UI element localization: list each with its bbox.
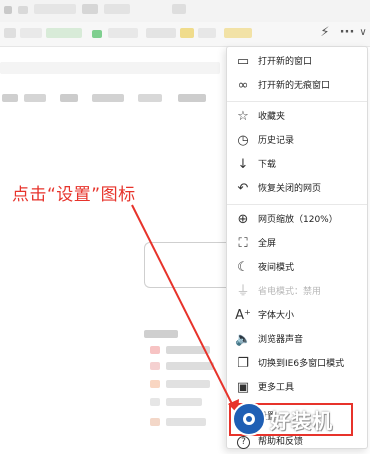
help-icon: ?	[237, 436, 250, 449]
blurred-nav	[92, 94, 124, 102]
ie6-window-icon: ❐	[237, 356, 249, 371]
chevron-down-icon[interactable]: ∨	[354, 24, 370, 42]
blurred-list	[166, 398, 202, 406]
menu-item-label: 字体大小	[258, 311, 295, 321]
blurred-list	[166, 362, 214, 370]
blurred-bookmark	[4, 28, 16, 38]
blurred-list	[166, 346, 210, 354]
watermark-text: 好装机	[270, 409, 333, 433]
blurred-list	[150, 418, 160, 426]
menu-item-label: 浏览器声音	[258, 335, 304, 345]
night-mode-icon: ☾	[237, 260, 249, 275]
blurred-list	[144, 330, 178, 338]
search-input[interactable]	[144, 242, 231, 288]
favorites-icon: ☆	[237, 109, 249, 124]
blurred-list	[150, 398, 160, 406]
blurred-list	[150, 380, 160, 388]
menu-item-label: 网页缩放（120%）	[258, 215, 338, 225]
menu-item-history[interactable]: ◷ 历史记录	[227, 129, 367, 153]
blurred-bookmark	[180, 28, 194, 38]
restore-icon: ↶	[237, 181, 249, 196]
menu-item-label: 恢复关闭的网页	[258, 184, 322, 194]
menu-item-night-mode[interactable]: ☾ 夜间模式	[227, 256, 367, 280]
menu-item-label: 更多工具	[258, 383, 295, 393]
tools-icon: ▣	[236, 380, 250, 395]
menu-item-power-save[interactable]: ⏚ 省电模式：禁用	[227, 280, 367, 304]
blurred-nav	[24, 94, 46, 102]
blurred-list	[150, 362, 160, 370]
zoom-icon: ⊕	[237, 212, 249, 227]
menu-item-label: 打开新的窗口	[258, 57, 313, 67]
blurred-bookmark	[224, 28, 252, 38]
blurred-list	[166, 380, 210, 388]
menu-item-label: 打开新的无痕窗口	[258, 81, 331, 91]
blurred-list	[166, 418, 206, 426]
menu-item-favorites[interactable]: ☆ 收藏夹	[227, 105, 367, 129]
blurred-bookmark	[20, 28, 42, 38]
blurred-bookmark	[46, 28, 82, 38]
blurred-tab	[104, 4, 130, 14]
fullscreen-icon: ⛶	[238, 236, 248, 251]
menu-item-label: 夜间模式	[258, 263, 295, 273]
blurred-nav	[178, 94, 206, 102]
menu-item-label: 切换到IE6多窗口模式	[258, 359, 345, 369]
blurred-tab	[34, 4, 76, 14]
menu-item-label: 收藏夹	[258, 112, 286, 122]
blurred-content	[0, 62, 220, 74]
blurred-nav	[60, 94, 78, 102]
menu-item-label: 全屏	[258, 239, 277, 249]
menu-item-label: 省电模式：禁用	[258, 287, 322, 297]
menu-item-ie6-mode[interactable]: ❐ 切换到IE6多窗口模式	[227, 352, 367, 376]
menu-item-downloads[interactable]: ↓ 下载	[227, 153, 367, 177]
lightning-icon[interactable]: ⚡	[316, 24, 334, 42]
menu-item-label: 历史记录	[258, 136, 295, 146]
blurred-bookmark	[108, 28, 138, 38]
menu-item-new-incognito-window[interactable]: ∞ 打开新的无痕窗口	[227, 74, 367, 98]
blurred-nav	[2, 94, 18, 102]
menu-item-new-window[interactable]: ▭ 打开新的窗口	[227, 50, 367, 74]
menu-item-zoom[interactable]: ⊕ 网页缩放（120%）	[227, 208, 367, 232]
blurred-tab	[82, 4, 98, 14]
incognito-icon: ∞	[237, 78, 249, 93]
download-icon: ↓	[237, 157, 249, 172]
power-save-icon: ⏚	[236, 284, 250, 299]
sound-icon: 🔈	[235, 332, 252, 347]
menu-item-fullscreen[interactable]: ⛶ 全屏	[227, 232, 367, 256]
menu-divider	[227, 204, 367, 205]
menu-item-more-tools[interactable]: ▣ 更多工具	[227, 376, 367, 400]
menu-item-browser-sound[interactable]: 🔈 浏览器声音	[227, 328, 367, 352]
blurred-bookmark	[92, 30, 102, 38]
annotation-text: 点击“设置”图标	[12, 185, 136, 205]
history-icon: ◷	[237, 133, 249, 148]
blurred-tab	[18, 6, 28, 14]
watermark-logo	[232, 402, 266, 436]
window-icon: ▭	[236, 54, 250, 69]
menu-item-label: 下载	[258, 160, 277, 170]
font-size-icon: A⁺	[235, 308, 251, 323]
blurred-list	[150, 346, 160, 354]
menu-item-font-size[interactable]: A⁺ 字体大小	[227, 304, 367, 328]
blurred-bookmark	[198, 28, 216, 38]
blurred-tab	[4, 6, 12, 14]
blurred-bookmark	[146, 28, 176, 38]
browser-main-menu: ▭ 打开新的窗口 ∞ 打开新的无痕窗口 ☆ 收藏夹 ◷ 历史记录 ↓ 下载 ↶ …	[226, 46, 368, 449]
blurred-tab	[172, 4, 186, 14]
blurred-nav	[138, 94, 162, 102]
menu-item-restore-closed[interactable]: ↶ 恢复关闭的网页	[227, 177, 367, 201]
menu-divider	[227, 101, 367, 102]
